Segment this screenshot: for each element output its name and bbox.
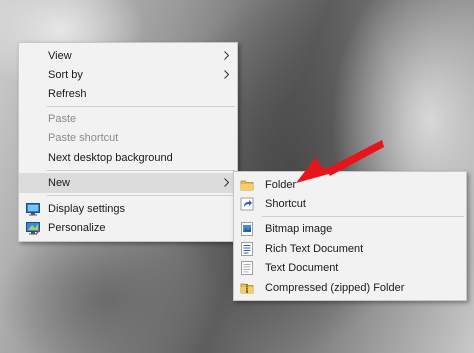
display-settings-icon: [26, 203, 40, 216]
menu-item-new[interactable]: New: [19, 173, 237, 193]
menu-item-label: Personalize: [48, 222, 106, 234]
menu-item-label: Paste shortcut: [48, 132, 119, 144]
menu-item-paste: Paste: [19, 109, 237, 129]
submenu-separator: [262, 216, 464, 217]
bitmap-image-icon: [241, 222, 253, 236]
menu-separator: [47, 170, 235, 171]
menu-item-label: New: [48, 177, 71, 189]
menu-item-refresh[interactable]: Refresh: [19, 84, 237, 104]
new-submenu: Folder Shortcut Bitmap image Rich Text D…: [233, 171, 467, 301]
submenu-item-label: Bitmap image: [265, 223, 333, 235]
submenu-item-shortcut[interactable]: Shortcut: [234, 194, 466, 214]
menu-item-view[interactable]: View: [19, 46, 237, 66]
menu-separator: [47, 195, 235, 196]
shortcut-icon: [240, 197, 254, 211]
chevron-right-icon: [224, 51, 229, 60]
menu-item-label: Sort by: [48, 69, 83, 81]
menu-item-next-desktop-background[interactable]: Next desktop background: [19, 148, 237, 168]
personalize-icon: [26, 222, 40, 235]
rich-text-document-icon: [241, 242, 253, 256]
menu-item-display-settings[interactable]: Display settings: [19, 199, 237, 219]
folder-icon: [240, 180, 254, 191]
zip-folder-icon: [240, 283, 254, 294]
submenu-item-text-document[interactable]: Text Document: [234, 258, 466, 278]
submenu-item-label: Text Document: [265, 262, 339, 274]
submenu-item-label: Rich Text Document: [265, 243, 364, 255]
submenu-item-label: Folder: [265, 179, 297, 191]
chevron-right-icon: [224, 178, 229, 187]
menu-separator: [47, 106, 235, 107]
submenu-item-rich-text-document[interactable]: Rich Text Document: [234, 239, 466, 259]
menu-item-label: Display settings: [48, 203, 126, 215]
menu-item-sort-by[interactable]: Sort by: [19, 65, 237, 85]
desktop-context-menu: View Sort by Refresh Paste Paste shortcu…: [18, 42, 238, 242]
menu-item-label: Next desktop background: [48, 152, 173, 164]
menu-item-label: View: [48, 50, 72, 62]
submenu-item-compressed-folder[interactable]: Compressed (zipped) Folder: [234, 278, 466, 298]
chevron-right-icon: [224, 70, 229, 79]
submenu-item-label: Compressed (zipped) Folder: [265, 282, 405, 294]
text-document-icon: [241, 261, 253, 275]
submenu-item-folder[interactable]: Folder: [234, 175, 466, 195]
submenu-item-bitmap-image[interactable]: Bitmap image: [234, 219, 466, 239]
submenu-item-label: Shortcut: [265, 198, 306, 210]
menu-item-personalize[interactable]: Personalize: [19, 218, 237, 238]
menu-item-label: Paste: [48, 113, 77, 125]
menu-item-label: Refresh: [48, 88, 87, 100]
menu-item-paste-shortcut: Paste shortcut: [19, 128, 237, 148]
